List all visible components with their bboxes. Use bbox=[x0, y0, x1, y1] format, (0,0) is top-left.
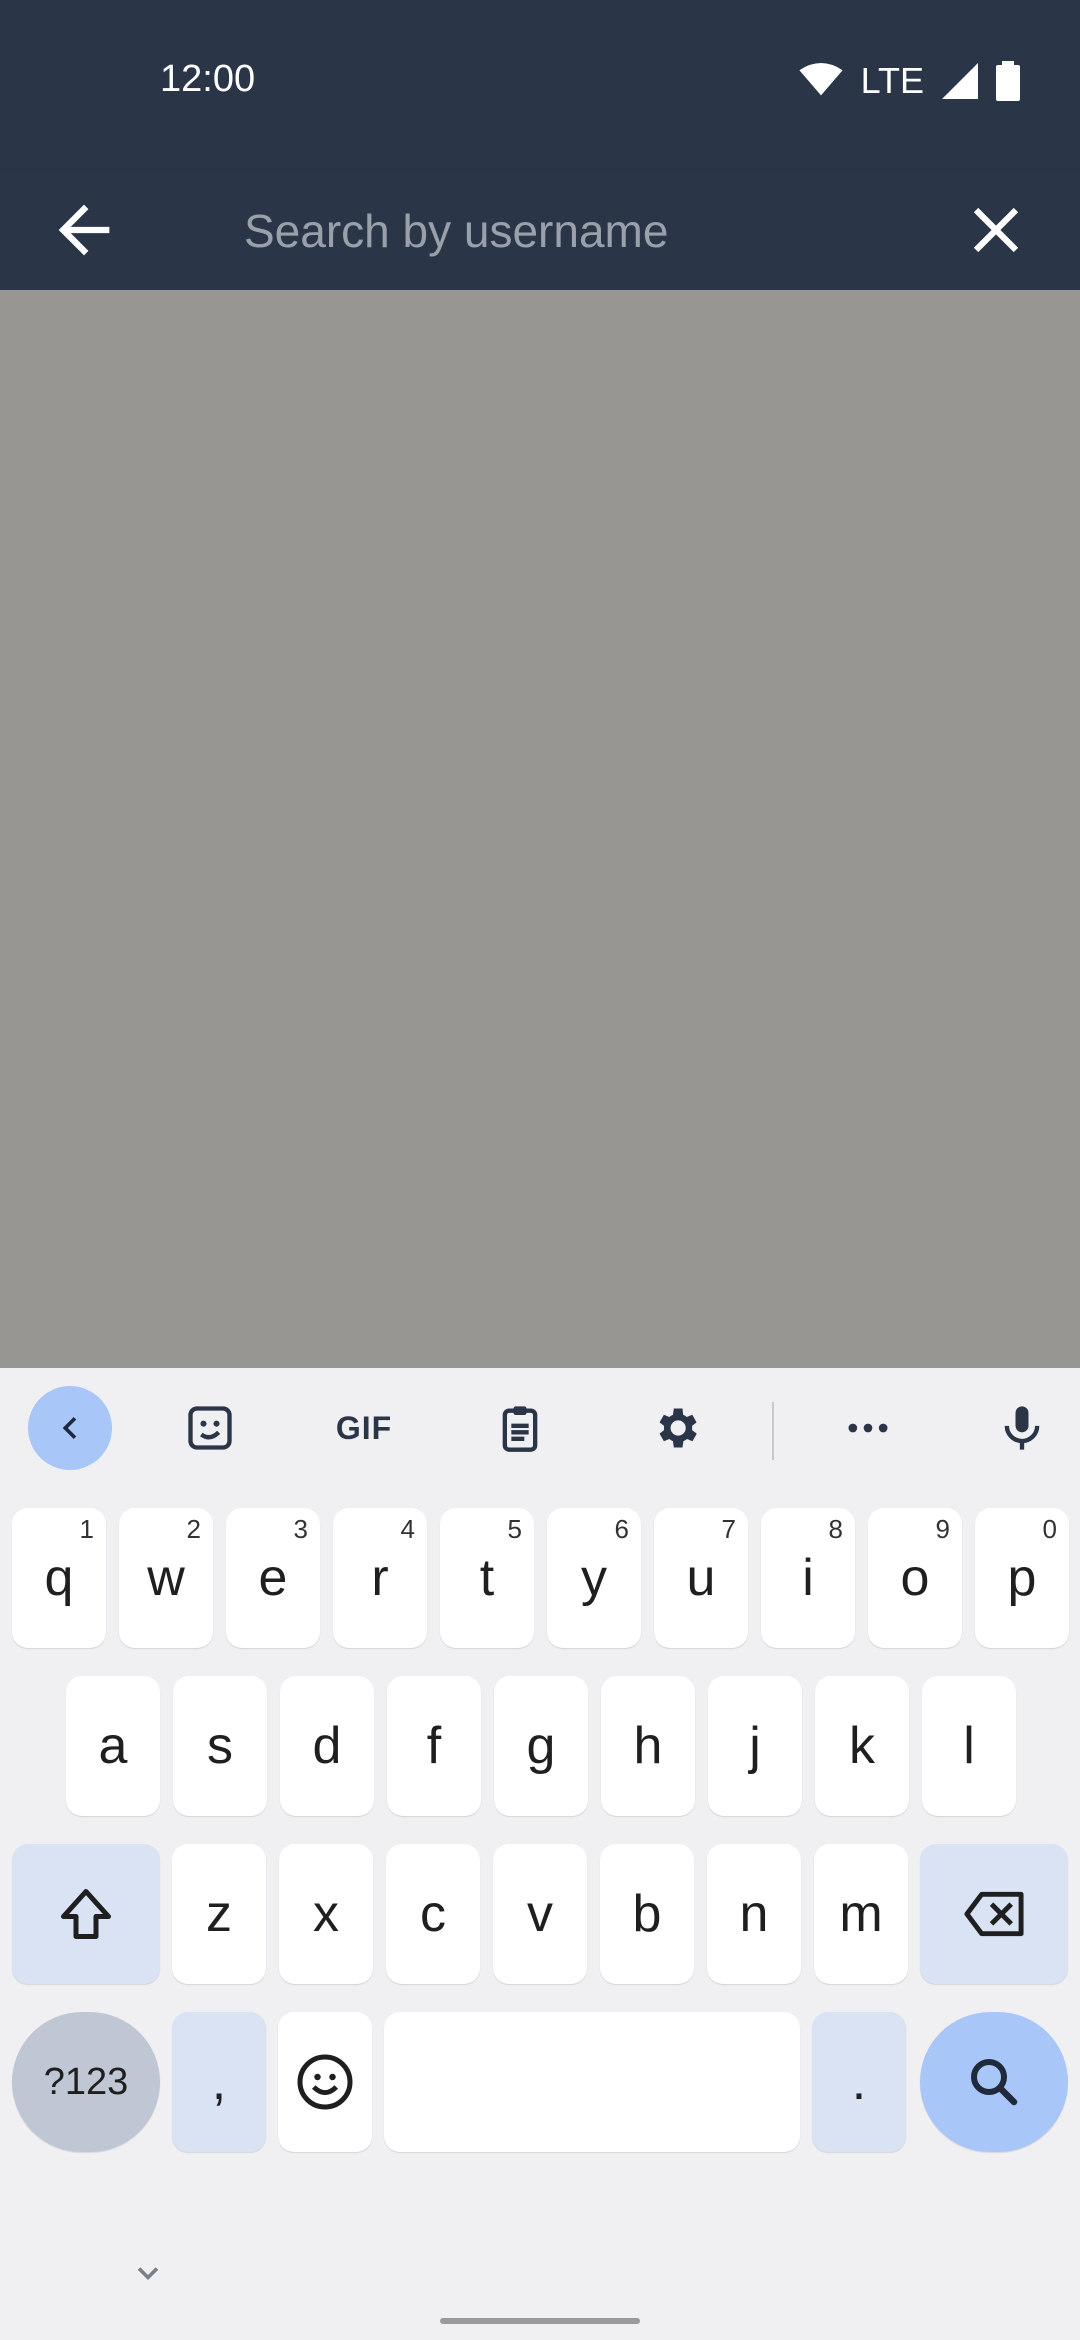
key-u[interactable]: u7 bbox=[654, 1508, 748, 1648]
voice-input-button[interactable] bbox=[980, 1386, 1064, 1470]
key-k[interactable]: k bbox=[815, 1676, 909, 1816]
content-area bbox=[0, 290, 1080, 1370]
key-c[interactable]: c bbox=[386, 1844, 480, 1984]
key-o[interactable]: o9 bbox=[868, 1508, 962, 1648]
shift-key[interactable] bbox=[12, 1844, 160, 1984]
close-icon bbox=[973, 207, 1019, 253]
status-bar: 12:00 LTE bbox=[0, 0, 1080, 170]
key-t[interactable]: t5 bbox=[440, 1508, 534, 1648]
key-l[interactable]: l bbox=[922, 1676, 1016, 1816]
key-hint-number: 0 bbox=[1042, 1514, 1057, 1544]
status-time: 12:00 bbox=[160, 58, 256, 100]
battery-icon bbox=[996, 61, 1020, 101]
backspace-icon bbox=[964, 1891, 1024, 1937]
key-w[interactable]: w2 bbox=[119, 1508, 213, 1648]
key-hint-number: 5 bbox=[507, 1514, 522, 1544]
microphone-icon bbox=[1004, 1406, 1040, 1450]
key-hint-number: 4 bbox=[400, 1514, 415, 1544]
key-label: p bbox=[1007, 1549, 1037, 1607]
chevron-left-icon bbox=[62, 1417, 77, 1439]
key-hint-number: 6 bbox=[614, 1514, 629, 1544]
toolbar-divider bbox=[772, 1402, 774, 1460]
key-g[interactable]: g bbox=[494, 1676, 588, 1816]
search-key[interactable] bbox=[920, 2012, 1068, 2152]
search-icon bbox=[971, 2059, 1018, 2106]
search-app-bar bbox=[0, 170, 1080, 290]
key-s[interactable]: s bbox=[173, 1676, 267, 1816]
key-label: o bbox=[900, 1549, 930, 1607]
more-horizontal-icon bbox=[848, 1423, 888, 1433]
key-z[interactable]: z bbox=[172, 1844, 266, 1984]
key-label: q bbox=[44, 1549, 74, 1607]
search-input[interactable] bbox=[242, 192, 946, 270]
key-hint-number: 1 bbox=[79, 1514, 94, 1544]
key-hint-number: 2 bbox=[186, 1514, 201, 1544]
emoji-key[interactable] bbox=[278, 2012, 372, 2152]
status-icons: LTE bbox=[799, 60, 1020, 102]
key-e[interactable]: e3 bbox=[226, 1508, 320, 1648]
key-d[interactable]: d bbox=[280, 1676, 374, 1816]
key-f[interactable]: f bbox=[387, 1676, 481, 1816]
keyboard-collapse-button[interactable] bbox=[28, 1386, 112, 1470]
key-i[interactable]: i8 bbox=[761, 1508, 855, 1648]
shift-icon bbox=[61, 1889, 111, 1939]
settings-button[interactable] bbox=[634, 1386, 718, 1470]
wifi-icon bbox=[799, 63, 843, 96]
period-key[interactable]: . bbox=[812, 2012, 906, 2152]
key-m[interactable]: m bbox=[814, 1844, 908, 1984]
key-y[interactable]: y6 bbox=[547, 1508, 641, 1648]
clear-search-button[interactable] bbox=[958, 192, 1034, 268]
key-hint-number: 3 bbox=[293, 1514, 308, 1544]
key-label: r bbox=[371, 1549, 389, 1607]
key-label: i bbox=[802, 1549, 814, 1607]
key-label: t bbox=[479, 1549, 495, 1607]
key-label: w bbox=[147, 1549, 185, 1607]
key-j[interactable]: j bbox=[708, 1676, 802, 1816]
soft-keyboard: GIF q1w2e3r4t 5 y 6 u 7 i 8 o 9 p 0 a s … bbox=[0, 1368, 1080, 2340]
chevron-down-icon[interactable] bbox=[130, 2255, 166, 2291]
more-options-button[interactable] bbox=[826, 1386, 910, 1470]
gesture-nav-handle[interactable] bbox=[440, 2318, 640, 2324]
key-r[interactable]: r4 bbox=[333, 1508, 427, 1648]
key-hint-number: 7 bbox=[721, 1514, 736, 1544]
key-v[interactable]: v bbox=[493, 1844, 587, 1984]
key-x[interactable]: x bbox=[279, 1844, 373, 1984]
network-type: LTE bbox=[860, 60, 924, 101]
sticker-icon bbox=[188, 1406, 232, 1450]
key-label: e bbox=[258, 1549, 288, 1607]
key-h[interactable]: h bbox=[601, 1676, 695, 1816]
key-label: y bbox=[581, 1549, 607, 1607]
arrow-left-icon bbox=[58, 204, 110, 256]
key-n[interactable]: n bbox=[707, 1844, 801, 1984]
symbols-key[interactable]: ?123 bbox=[12, 2012, 160, 2152]
key-q[interactable]: q1 bbox=[12, 1508, 106, 1648]
gif-button[interactable]: GIF bbox=[322, 1386, 406, 1470]
clipboard-icon bbox=[502, 1406, 538, 1452]
signal-icon bbox=[942, 63, 978, 99]
space-key[interactable] bbox=[384, 2012, 800, 2152]
key-p[interactable]: p0 bbox=[975, 1508, 1069, 1648]
key-b[interactable]: b bbox=[600, 1844, 694, 1984]
clipboard-button[interactable] bbox=[478, 1386, 562, 1470]
key-hint-number: 8 bbox=[828, 1514, 843, 1544]
gear-icon bbox=[659, 1408, 697, 1448]
key-hint-number: 9 bbox=[935, 1514, 950, 1544]
sticker-button[interactable] bbox=[168, 1386, 252, 1470]
emoji-icon bbox=[297, 2054, 353, 2110]
key-a[interactable]: a bbox=[66, 1676, 160, 1816]
back-button[interactable] bbox=[46, 192, 122, 268]
gif-label: GIF bbox=[335, 1409, 393, 1446]
keyboard-toolbar: GIF bbox=[0, 1368, 1080, 1492]
comma-key[interactable]: , bbox=[172, 2012, 266, 2152]
key-label: u bbox=[686, 1549, 716, 1607]
backspace-key[interactable] bbox=[920, 1844, 1068, 1984]
